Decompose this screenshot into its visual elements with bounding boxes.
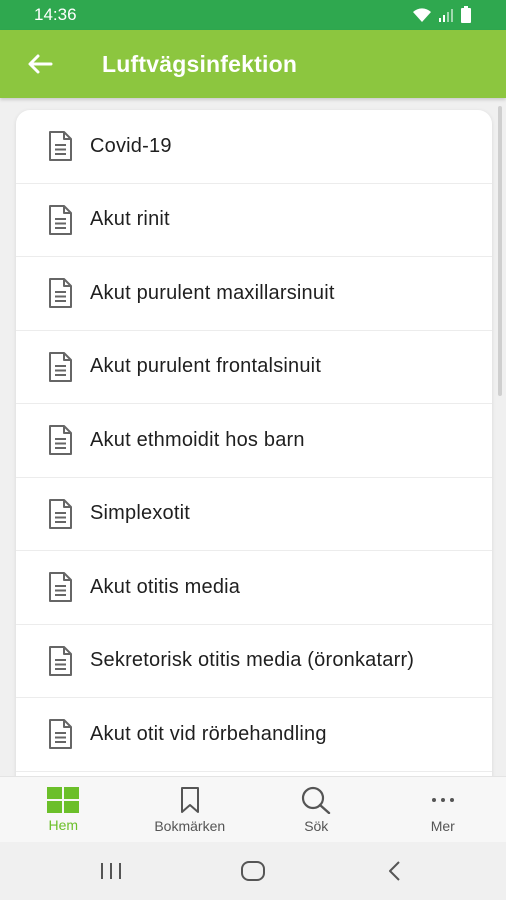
signal-icon [439,9,453,22]
nav-tab-hem[interactable]: Hem [0,777,127,842]
page-title: Luftvägsinfektion [102,50,298,77]
list-item[interactable]: Sekretorisk otitis media (öronkatarr) [16,625,492,698]
list-item-label: Sekretorisk otitis media (öronkatarr) [90,649,415,672]
document-icon [49,572,72,603]
list-item-label: Akut otit vid rörbehandling [90,722,327,745]
document-icon [49,645,72,676]
list-item[interactable]: Simplexotit [16,478,492,551]
system-nav-bar [0,842,506,900]
list-item-label: Akut otitis media [90,575,241,598]
list-item[interactable]: Akut purulent maxillarsinuit [16,257,492,331]
document-icon [49,425,72,456]
nav-label: Bokmärken [154,817,226,834]
grid-icon [47,786,80,813]
search-icon [302,786,331,814]
list-item[interactable]: Akut otitis media [16,551,492,625]
battery-icon [461,6,471,23]
bookmark-icon [180,786,199,813]
list-item[interactable]: Akut purulent frontalsinuit [16,331,492,404]
list-item[interactable]: Akut otit vid rörbehandling [16,698,492,772]
list-item[interactable]: Akut rinit [16,184,492,257]
content-area: Covid-19 Akut rinit Akut purulent maxill… [0,98,506,776]
document-icon [49,278,72,309]
nav-tab-sok[interactable]: Sök [253,777,380,842]
recent-apps-button[interactable] [81,851,141,891]
document-icon [49,498,72,529]
document-icon [49,131,72,162]
chevron-left-icon [389,861,400,881]
bottom-nav: Hem Bokmärken Sök Mer [0,776,506,842]
home-button[interactable] [223,851,283,891]
nav-tab-mer[interactable]: Mer [380,777,506,842]
back-button[interactable] [0,30,80,98]
status-time: 14:36 [34,5,77,24]
system-back-button[interactable] [365,851,425,891]
scrollbar[interactable] [498,106,502,396]
app-bar: Luftvägsinfektion [0,30,506,98]
nav-label: Mer [430,817,455,834]
more-icon [431,797,454,802]
list-item-label: Akut purulent maxillarsinuit [90,281,335,304]
document-icon [49,719,72,750]
list-item[interactable]: Akut ethmoidit hos barn [16,404,492,478]
list-item-label: Simplexotit [90,502,191,525]
list-item-label: Akut rinit [90,208,170,231]
nav-label: Sök [304,817,329,834]
home-icon [241,861,265,881]
nav-label: Hem [48,816,79,833]
nav-tab-bokmarken[interactable]: Bokmärken [127,777,254,842]
list-item-label: Covid-19 [90,134,172,157]
topic-list: Covid-19 Akut rinit Akut purulent maxill… [16,110,492,776]
list-item-label: Akut ethmoidit hos barn [90,428,305,451]
arrow-left-icon [28,54,53,74]
list-item[interactable]: Covid-19 [16,110,492,184]
wifi-icon [413,8,431,22]
recent-apps-icon [101,863,121,879]
document-icon [49,351,72,382]
list-item-label: Akut purulent frontalsinuit [90,355,322,378]
status-icons [412,6,472,24]
document-icon [49,204,72,235]
status-bar: 14:36 [0,0,506,30]
